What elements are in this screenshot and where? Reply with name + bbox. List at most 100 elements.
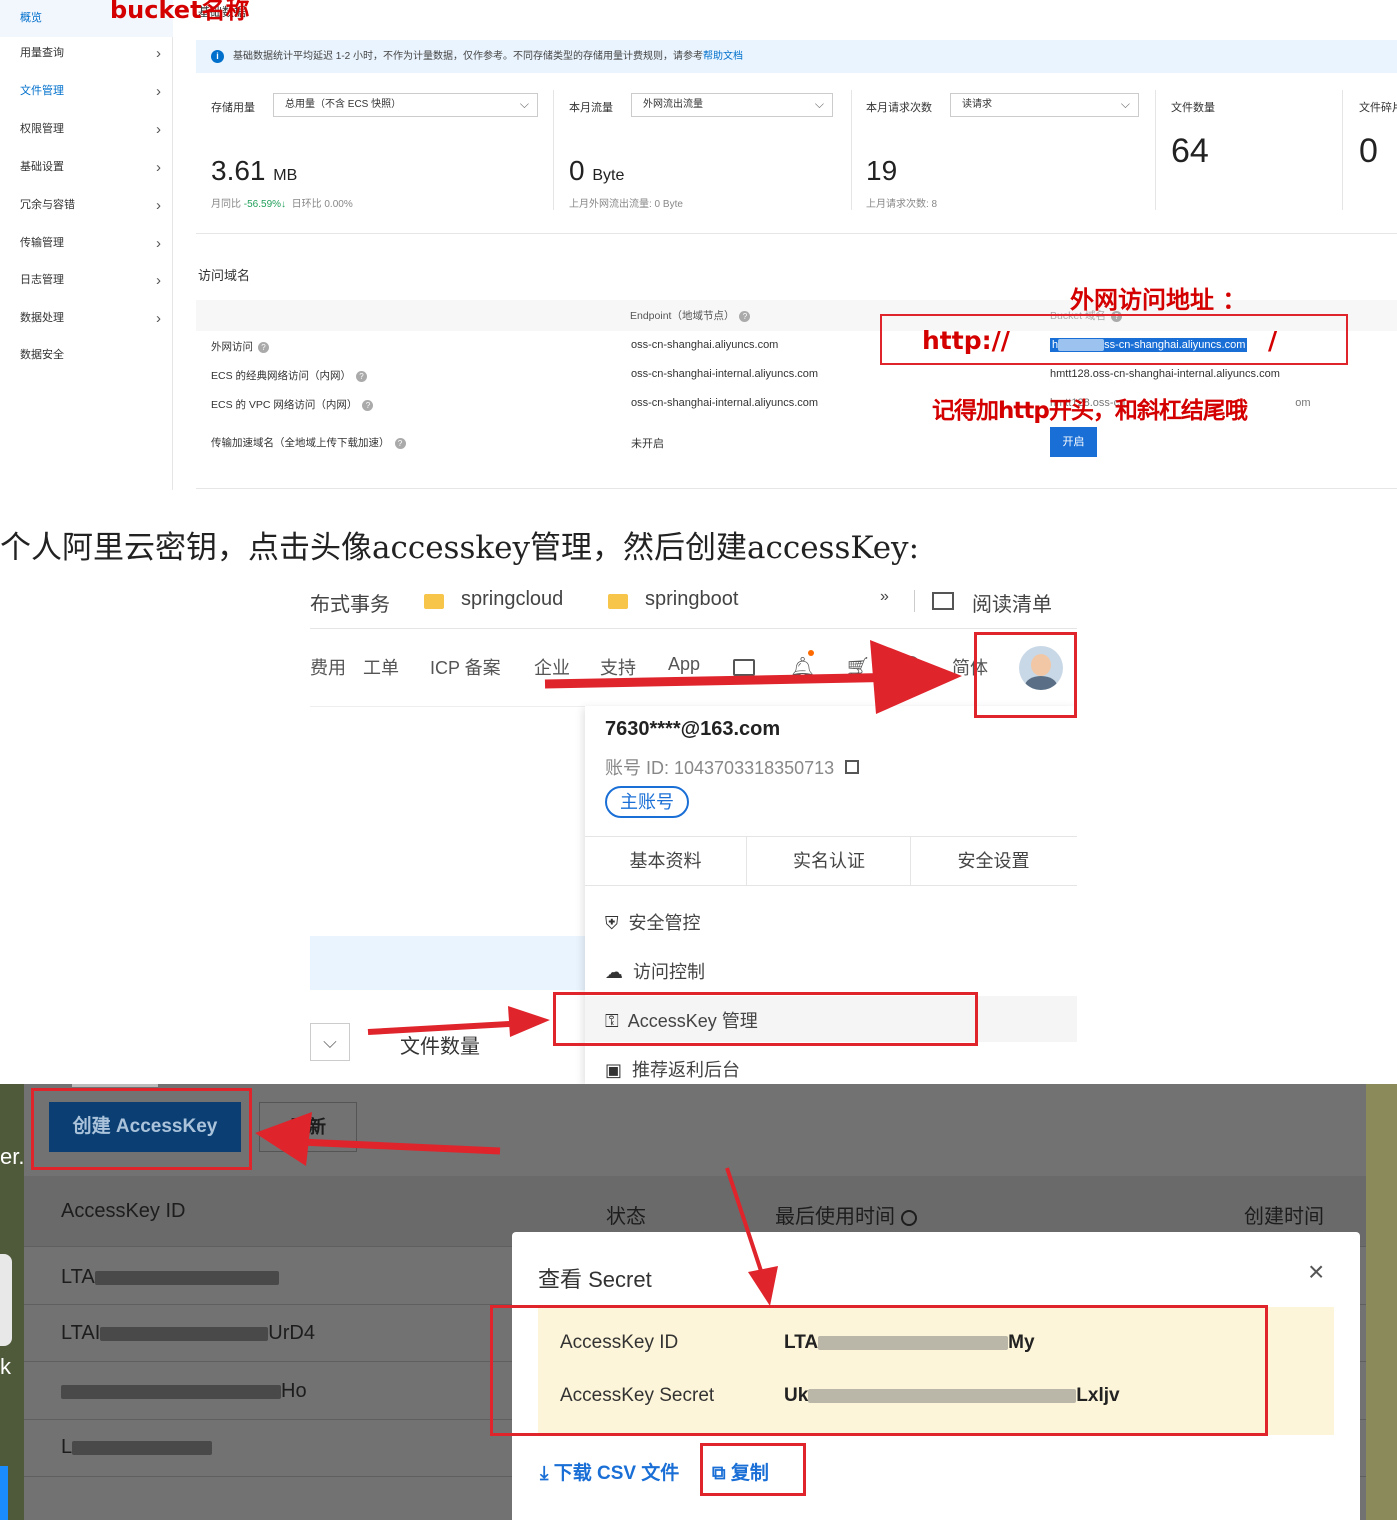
- help-icon[interactable]: ?: [739, 310, 751, 322]
- endpoint-value: oss-cn-shanghai.aliyuncs.com: [631, 339, 779, 351]
- stat-label: 本月流量: [569, 102, 613, 114]
- chevron-down-icon: ⌵: [519, 97, 529, 111]
- sidebar-item-redundancy[interactable]: 冗余与容错 ›: [0, 187, 173, 224]
- domain-section-title: 访问域名: [198, 268, 251, 283]
- endpoint-value: 未开启: [631, 438, 664, 450]
- chevron-right-icon: ›: [156, 45, 161, 62]
- stat-value: 64: [1171, 132, 1209, 170]
- sidebar-item-files[interactable]: 文件管理 ›: [0, 73, 173, 110]
- sidebar-item-basic-settings[interactable]: 基础设置 ›: [0, 149, 173, 186]
- help-icon[interactable]: ?: [394, 437, 406, 449]
- arrow-head: [748, 1266, 778, 1306]
- stat-requests: 本月请求次数 读请求 ⌵ 19 上月请求次数: 8: [866, 85, 1146, 225]
- stat-fragments: 文件碎片 0: [1359, 85, 1397, 225]
- domain-row-label: ECS 的 VPC 网络访问（内网）?: [211, 397, 374, 412]
- row-label: ECS 的 VPC 网络访问（内网）: [211, 399, 358, 411]
- request-type-select[interactable]: 读请求 ⌵: [950, 93, 1139, 117]
- sidebar-item-label: 用量查询: [20, 47, 64, 59]
- stat-value: 3.61 MB: [211, 155, 297, 187]
- sidebar-item-label: 基础设置: [20, 161, 64, 173]
- storage-type-select[interactable]: 总用量（不含 ECS 快照） ⌵: [273, 93, 538, 117]
- chevron-right-icon: ›: [156, 235, 161, 252]
- notice-bar: i 基础数据统计平均延迟 1-2 小时，不作为计量数据，仅作参考。不同存储类型的…: [196, 40, 1397, 73]
- annotation-arrows: [367, 640, 962, 1037]
- info-icon: i: [211, 50, 224, 63]
- endpoint-value: oss-cn-shanghai-internal.aliyuncs.com: [631, 397, 819, 409]
- stat-value: 19: [866, 155, 898, 186]
- chevron-down-icon: ⌵: [814, 97, 824, 111]
- bucket-domain-suffix: om: [1295, 397, 1311, 409]
- stat-number: 0: [569, 155, 585, 186]
- accesskey-management-screenshot: er.. k 创建 AccessKey 刷新 AccessKey ID 状态 最…: [0, 1084, 1397, 1520]
- divider: [1342, 90, 1343, 210]
- chevron-right-icon: ›: [156, 159, 161, 176]
- stat-sub: 上月外网流出流量: 0 Byte: [569, 199, 683, 210]
- help-doc-link[interactable]: 帮助文档: [703, 51, 743, 62]
- stat-label: 文件数量: [1171, 102, 1215, 114]
- arrow-head: [508, 1006, 550, 1037]
- stat-sub-change: -56.59%↓: [243, 199, 287, 210]
- endpoint-column-header: Endpoint（地域节点）?: [630, 308, 751, 323]
- chevron-right-icon: ›: [156, 272, 161, 289]
- stat-sub-label: 月同比: [211, 199, 241, 210]
- sidebar-item-usage[interactable]: 用量查询 ›: [0, 35, 173, 72]
- divider: [1155, 90, 1156, 210]
- sidebar-item-transfer[interactable]: 传输管理 ›: [0, 225, 173, 262]
- sidebar-item-label: 数据安全: [20, 349, 64, 361]
- arrow-head: [870, 640, 962, 714]
- arrow-line: [544, 672, 911, 689]
- arrow-line: [299, 1138, 501, 1155]
- help-icon[interactable]: ?: [362, 399, 374, 411]
- enable-acceleration-button[interactable]: 开启: [1050, 427, 1097, 457]
- endpoint-value: oss-cn-shanghai-internal.aliyuncs.com: [631, 368, 819, 380]
- stat-label: 存储用量: [211, 102, 255, 114]
- row-label: 传输加速域名（全地域上传下载加速）: [211, 437, 390, 449]
- sidebar-item-permissions[interactable]: 权限管理 ›: [0, 111, 173, 148]
- sidebar-item-label: 概览: [20, 12, 42, 24]
- row-label: ECS 的经典网络访问（内网）: [211, 370, 352, 382]
- annotation-bucket-name: bucket名称: [110, 0, 250, 24]
- arrow-line: [725, 1167, 764, 1275]
- stat-sub-daily: 日环比 0.00%: [291, 199, 353, 210]
- sidebar-item-logs[interactable]: 日志管理 ›: [0, 262, 173, 299]
- account-menu-screenshot: 布式事务 springcloud springboot » 阅读清单 费用 工单…: [310, 582, 1077, 1084]
- arrow-line: [367, 1021, 511, 1035]
- oss-overview-panel: 概览 用量查询 › 文件管理 › 权限管理 › 基础设置 › 冗余与容错 › 传输管理 › …: [0, 0, 1397, 495]
- domain-row-label: 外网访问?: [211, 339, 269, 354]
- divider: [196, 233, 1397, 234]
- stat-value: 0: [1359, 132, 1378, 170]
- stat-sub: 上月请求次数: 8: [866, 199, 938, 210]
- chevron-right-icon: ›: [156, 83, 161, 100]
- annotation-external-address: 外网访问地址 ：: [1070, 286, 1247, 314]
- chevron-right-icon: ›: [156, 197, 161, 214]
- sidebar-item-label: 日志管理: [20, 274, 64, 286]
- annotation-http: http://: [922, 326, 1010, 355]
- chevron-right-icon: ›: [156, 310, 161, 327]
- annotation-tip: 记得加http开头，和斜杠结尾哦: [932, 398, 1248, 424]
- stat-file-count: 文件数量 64: [1171, 85, 1331, 225]
- divider: [196, 488, 1397, 489]
- chevron-right-icon: ›: [156, 121, 161, 138]
- chevron-down-icon: ⌵: [1120, 97, 1130, 111]
- row-label: 外网访问: [211, 341, 253, 353]
- stat-label: 本月请求次数: [866, 102, 932, 114]
- traffic-type-select[interactable]: 外网流出流量 ⌵: [631, 93, 833, 117]
- stat-value: 0 Byte: [569, 155, 624, 187]
- annotation-arrows: [255, 1112, 778, 1306]
- divider: [851, 90, 852, 210]
- sidebar: 概览 用量查询 › 文件管理 › 权限管理 › 基础设置 › 冗余与容错 › 传输管理 › …: [0, 0, 173, 490]
- help-icon[interactable]: ?: [356, 370, 368, 382]
- arrow-head: [255, 1112, 312, 1166]
- stat-label: 文件碎片: [1359, 102, 1397, 114]
- sidebar-item-data-processing[interactable]: 数据处理 ›: [0, 300, 173, 337]
- stat-unit: Byte: [592, 167, 625, 184]
- select-value: 外网流出流量: [643, 99, 703, 110]
- sidebar-item-label: 传输管理: [20, 237, 64, 249]
- annotation-slash: /: [1268, 326, 1278, 355]
- help-icon[interactable]: ?: [258, 341, 269, 353]
- stat-traffic: 本月流量 外网流出流量 ⌵ 0 Byte 上月外网流出流量: 0 Byte: [569, 85, 839, 225]
- stat-storage: 存储用量 总用量（不含 ECS 快照） ⌵ 3.61 MB 月同比 -56.59%…: [211, 85, 541, 225]
- stat-unit: MB: [273, 167, 298, 184]
- sidebar-item-data-security[interactable]: 数据安全: [0, 337, 173, 374]
- sidebar-item-label: 文件管理: [20, 85, 64, 97]
